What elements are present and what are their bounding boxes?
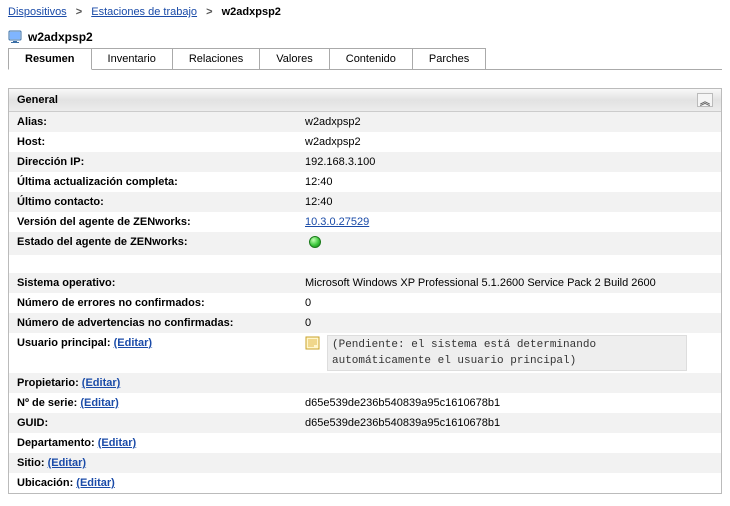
label-site: Sitio: (Editar) bbox=[17, 455, 305, 471]
label-agent-version: Versión del agente de ZENworks: bbox=[17, 214, 305, 230]
edit-owner[interactable]: (Editar) bbox=[82, 377, 121, 389]
edit-location[interactable]: (Editar) bbox=[76, 477, 115, 489]
row-owner: Propietario: (Editar) bbox=[9, 373, 721, 393]
row-guid: GUID: d65e539de236b540839a95c1610678b1 bbox=[9, 413, 721, 433]
row-unack-warnings: Número de advertencias no confirmadas: 0 bbox=[9, 313, 721, 333]
value-ip: 192.168.3.100 bbox=[305, 154, 713, 170]
label-guid: GUID: bbox=[17, 415, 305, 431]
label-unack-errors: Número de errores no confirmados: bbox=[17, 295, 305, 311]
row-unack-errors: Número de errores no confirmados: 0 bbox=[9, 293, 721, 313]
label-location: Ubicación: (Editar) bbox=[17, 475, 305, 491]
row-last-contact: Último contacto: 12:40 bbox=[9, 192, 721, 212]
label-last-contact: Último contacto: bbox=[17, 194, 305, 210]
status-ok-icon bbox=[309, 236, 321, 248]
edit-site[interactable]: (Editar) bbox=[48, 457, 87, 469]
panel-title: General bbox=[17, 94, 58, 106]
edit-serial[interactable]: (Editar) bbox=[80, 397, 119, 409]
value-unack-warnings: 0 bbox=[305, 315, 713, 331]
breadcrumb-level1[interactable]: Dispositivos bbox=[8, 6, 67, 18]
spacer bbox=[9, 255, 721, 273]
label-os: Sistema operativo: bbox=[17, 275, 305, 291]
tab-resumen[interactable]: Resumen bbox=[8, 48, 92, 70]
row-os: Sistema operativo: Microsoft Windows XP … bbox=[9, 273, 721, 293]
general-panel: General ︽ Alias: w2adxpsp2 Host: w2adxps… bbox=[8, 88, 722, 494]
tab-inventario[interactable]: Inventario bbox=[91, 48, 173, 69]
row-ip: Dirección IP: 192.168.3.100 bbox=[9, 152, 721, 172]
label-site-text: Sitio: bbox=[17, 457, 45, 469]
label-primary-user-text: Usuario principal: bbox=[17, 337, 111, 349]
tab-relaciones[interactable]: Relaciones bbox=[172, 48, 260, 69]
workstation-icon bbox=[8, 30, 22, 44]
row-host: Host: w2adxpsp2 bbox=[9, 132, 721, 152]
breadcrumb-current: w2adxpsp2 bbox=[222, 6, 281, 18]
row-serial: Nº de serie: (Editar) d65e539de236b54083… bbox=[9, 393, 721, 413]
label-ip: Dirección IP: bbox=[17, 154, 305, 170]
label-serial-text: Nº de serie: bbox=[17, 397, 77, 409]
value-serial: d65e539de236b540839a95c1610678b1 bbox=[305, 395, 713, 411]
tab-valores[interactable]: Valores bbox=[259, 48, 329, 69]
label-alias: Alias: bbox=[17, 114, 305, 130]
page-title-row: w2adxpsp2 bbox=[0, 24, 730, 48]
label-department-text: Departamento: bbox=[17, 437, 95, 449]
label-owner: Propietario: (Editar) bbox=[17, 375, 305, 391]
value-last-contact: 12:40 bbox=[305, 194, 713, 210]
value-host: w2adxpsp2 bbox=[305, 134, 713, 150]
label-host: Host: bbox=[17, 134, 305, 150]
page-title: w2adxpsp2 bbox=[28, 30, 93, 44]
value-guid: d65e539de236b540839a95c1610678b1 bbox=[305, 415, 713, 431]
link-agent-version[interactable]: 10.3.0.27529 bbox=[305, 216, 369, 228]
tabs: Resumen Inventario Relaciones Valores Co… bbox=[8, 48, 722, 70]
panel-header: General ︽ bbox=[9, 89, 721, 112]
row-agent-version: Versión del agente de ZENworks: 10.3.0.2… bbox=[9, 212, 721, 232]
collapse-icon[interactable]: ︽ bbox=[697, 93, 713, 107]
breadcrumb: Dispositivos > Estaciones de trabajo > w… bbox=[0, 0, 730, 24]
pending-primary-user: (Pendiente: el sistema está determinando… bbox=[327, 335, 687, 371]
row-location: Ubicación: (Editar) bbox=[9, 473, 721, 493]
value-os: Microsoft Windows XP Professional 5.1.26… bbox=[305, 275, 713, 291]
tab-parches[interactable]: Parches bbox=[412, 48, 486, 69]
panel-body: Alias: w2adxpsp2 Host: w2adxpsp2 Direcci… bbox=[9, 112, 721, 493]
row-department: Departamento: (Editar) bbox=[9, 433, 721, 453]
chevron-right-icon: > bbox=[70, 6, 88, 18]
label-owner-text: Propietario: bbox=[17, 377, 79, 389]
label-last-full-update: Última actualización completa: bbox=[17, 174, 305, 190]
label-serial: Nº de serie: (Editar) bbox=[17, 395, 305, 411]
label-department: Departamento: (Editar) bbox=[17, 435, 305, 451]
edit-primary-user[interactable]: (Editar) bbox=[114, 337, 153, 349]
edit-department[interactable]: (Editar) bbox=[98, 437, 137, 449]
row-last-full-update: Última actualización completa: 12:40 bbox=[9, 172, 721, 192]
label-agent-status: Estado del agente de ZENworks: bbox=[17, 234, 305, 250]
document-icon bbox=[305, 336, 321, 350]
row-primary-user: Usuario principal: (Editar) (Pendiente: … bbox=[9, 333, 721, 373]
row-alias: Alias: w2adxpsp2 bbox=[9, 112, 721, 132]
row-agent-status: Estado del agente de ZENworks: bbox=[9, 232, 721, 255]
row-site: Sitio: (Editar) bbox=[9, 453, 721, 473]
value-unack-errors: 0 bbox=[305, 295, 713, 311]
label-unack-warnings: Número de advertencias no confirmadas: bbox=[17, 315, 305, 331]
chevron-right-icon: > bbox=[200, 6, 218, 18]
tab-contenido[interactable]: Contenido bbox=[329, 48, 413, 69]
label-primary-user: Usuario principal: (Editar) bbox=[17, 335, 305, 351]
label-location-text: Ubicación: bbox=[17, 477, 73, 489]
value-alias: w2adxpsp2 bbox=[305, 114, 713, 130]
breadcrumb-level2[interactable]: Estaciones de trabajo bbox=[91, 6, 197, 18]
value-last-full-update: 12:40 bbox=[305, 174, 713, 190]
